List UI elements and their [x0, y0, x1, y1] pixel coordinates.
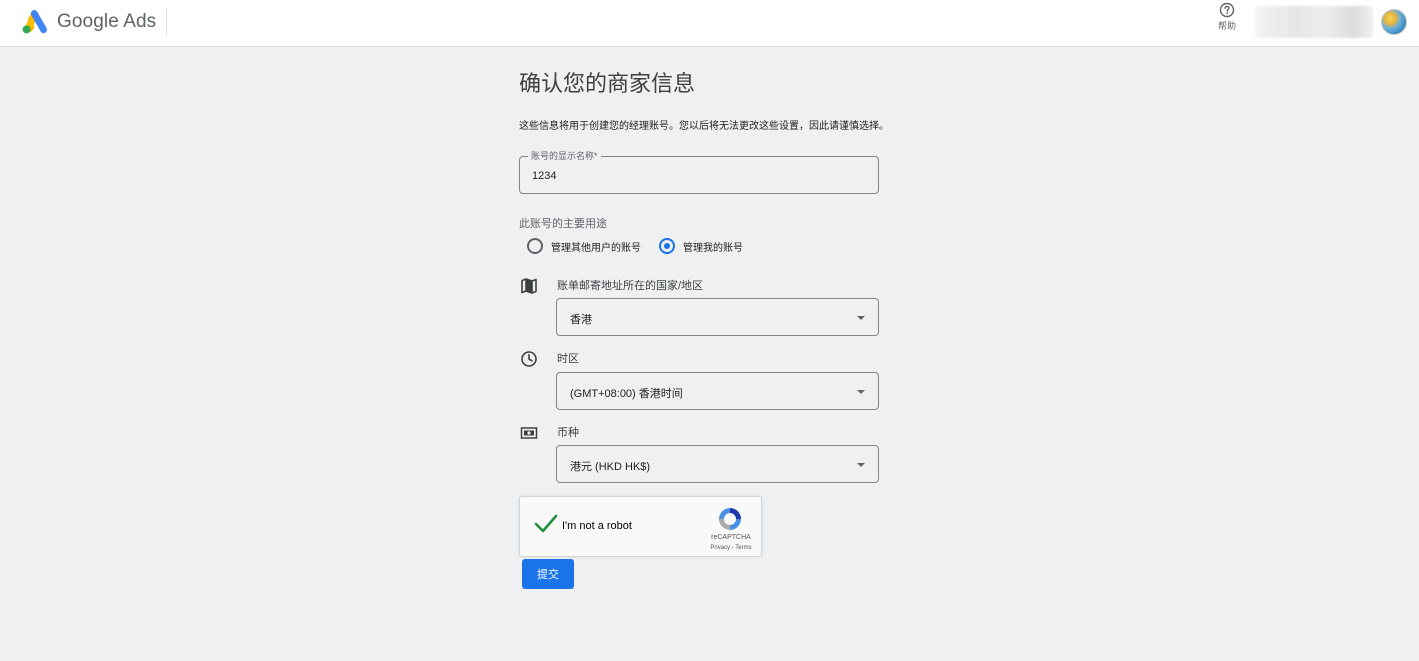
- recaptcha-text: I'm not a robot: [562, 520, 632, 532]
- account-name-field: 账号的显示名称*: [519, 151, 879, 194]
- radio-label: 管理其他用户的账号: [551, 242, 641, 254]
- country-value: 香港: [570, 314, 592, 326]
- purpose-option-manage-mine[interactable]: 管理我的账号: [659, 237, 743, 255]
- dropdown-caret-icon: [857, 316, 865, 320]
- help-label: 帮助: [1217, 21, 1236, 31]
- dropdown-caret-icon: [857, 463, 865, 467]
- checkmark-icon[interactable]: [534, 513, 558, 535]
- timezone-label: 时区: [557, 353, 579, 365]
- radio-button-selected[interactable]: [659, 238, 675, 254]
- avatar[interactable]: [1381, 9, 1407, 35]
- top-bar: Google Ads 帮助: [0, 0, 1419, 47]
- brand-divider: [166, 9, 167, 36]
- currency-label: 币种: [557, 427, 579, 439]
- help-circle-icon: [1219, 2, 1235, 18]
- radio-button[interactable]: [527, 238, 543, 254]
- clock-icon: [521, 351, 537, 367]
- recaptcha-logo-icon: [719, 508, 741, 530]
- account-name-label: 账号的显示名称*: [528, 151, 601, 162]
- currency-select[interactable]: 港元 (HKD HK$): [556, 445, 879, 483]
- account-info-blurred[interactable]: [1255, 6, 1373, 38]
- brand-name: Google Ads: [57, 11, 157, 32]
- google-ads-logo-icon[interactable]: [22, 10, 48, 34]
- currency-value: 港元 (HKD HK$): [570, 461, 651, 473]
- purpose-label: 此账号的主要用途: [519, 218, 607, 230]
- purpose-option-manage-others[interactable]: 管理其他用户的账号: [527, 237, 641, 255]
- help-button[interactable]: 帮助: [1212, 2, 1242, 42]
- radio-label: 管理我的账号: [683, 242, 743, 254]
- timezone-select[interactable]: (GMT+08:00) 香港时间: [556, 372, 879, 410]
- recaptcha-brand: reCAPTCHA: [711, 534, 751, 541]
- recaptcha-widget: I'm not a robot reCAPTCHA Privacy - Term…: [519, 496, 762, 557]
- timezone-value: (GMT+08:00) 香港时间: [570, 388, 683, 400]
- map-icon: [521, 278, 537, 294]
- account-name-input[interactable]: [532, 167, 862, 185]
- currency-icon: [520, 427, 538, 439]
- page-description: 这些信息将用于创建您的经理账号。您以后将无法更改这些设置，因此请谨慎选择。: [519, 121, 889, 132]
- page-title: 确认您的商家信息: [519, 71, 696, 96]
- country-label: 账单邮寄地址所在的国家/地区: [557, 280, 704, 292]
- country-select[interactable]: 香港: [556, 298, 879, 336]
- submit-button[interactable]: 提交: [522, 559, 574, 589]
- dropdown-caret-icon: [857, 390, 865, 394]
- recaptcha-links[interactable]: Privacy - Terms: [704, 545, 758, 551]
